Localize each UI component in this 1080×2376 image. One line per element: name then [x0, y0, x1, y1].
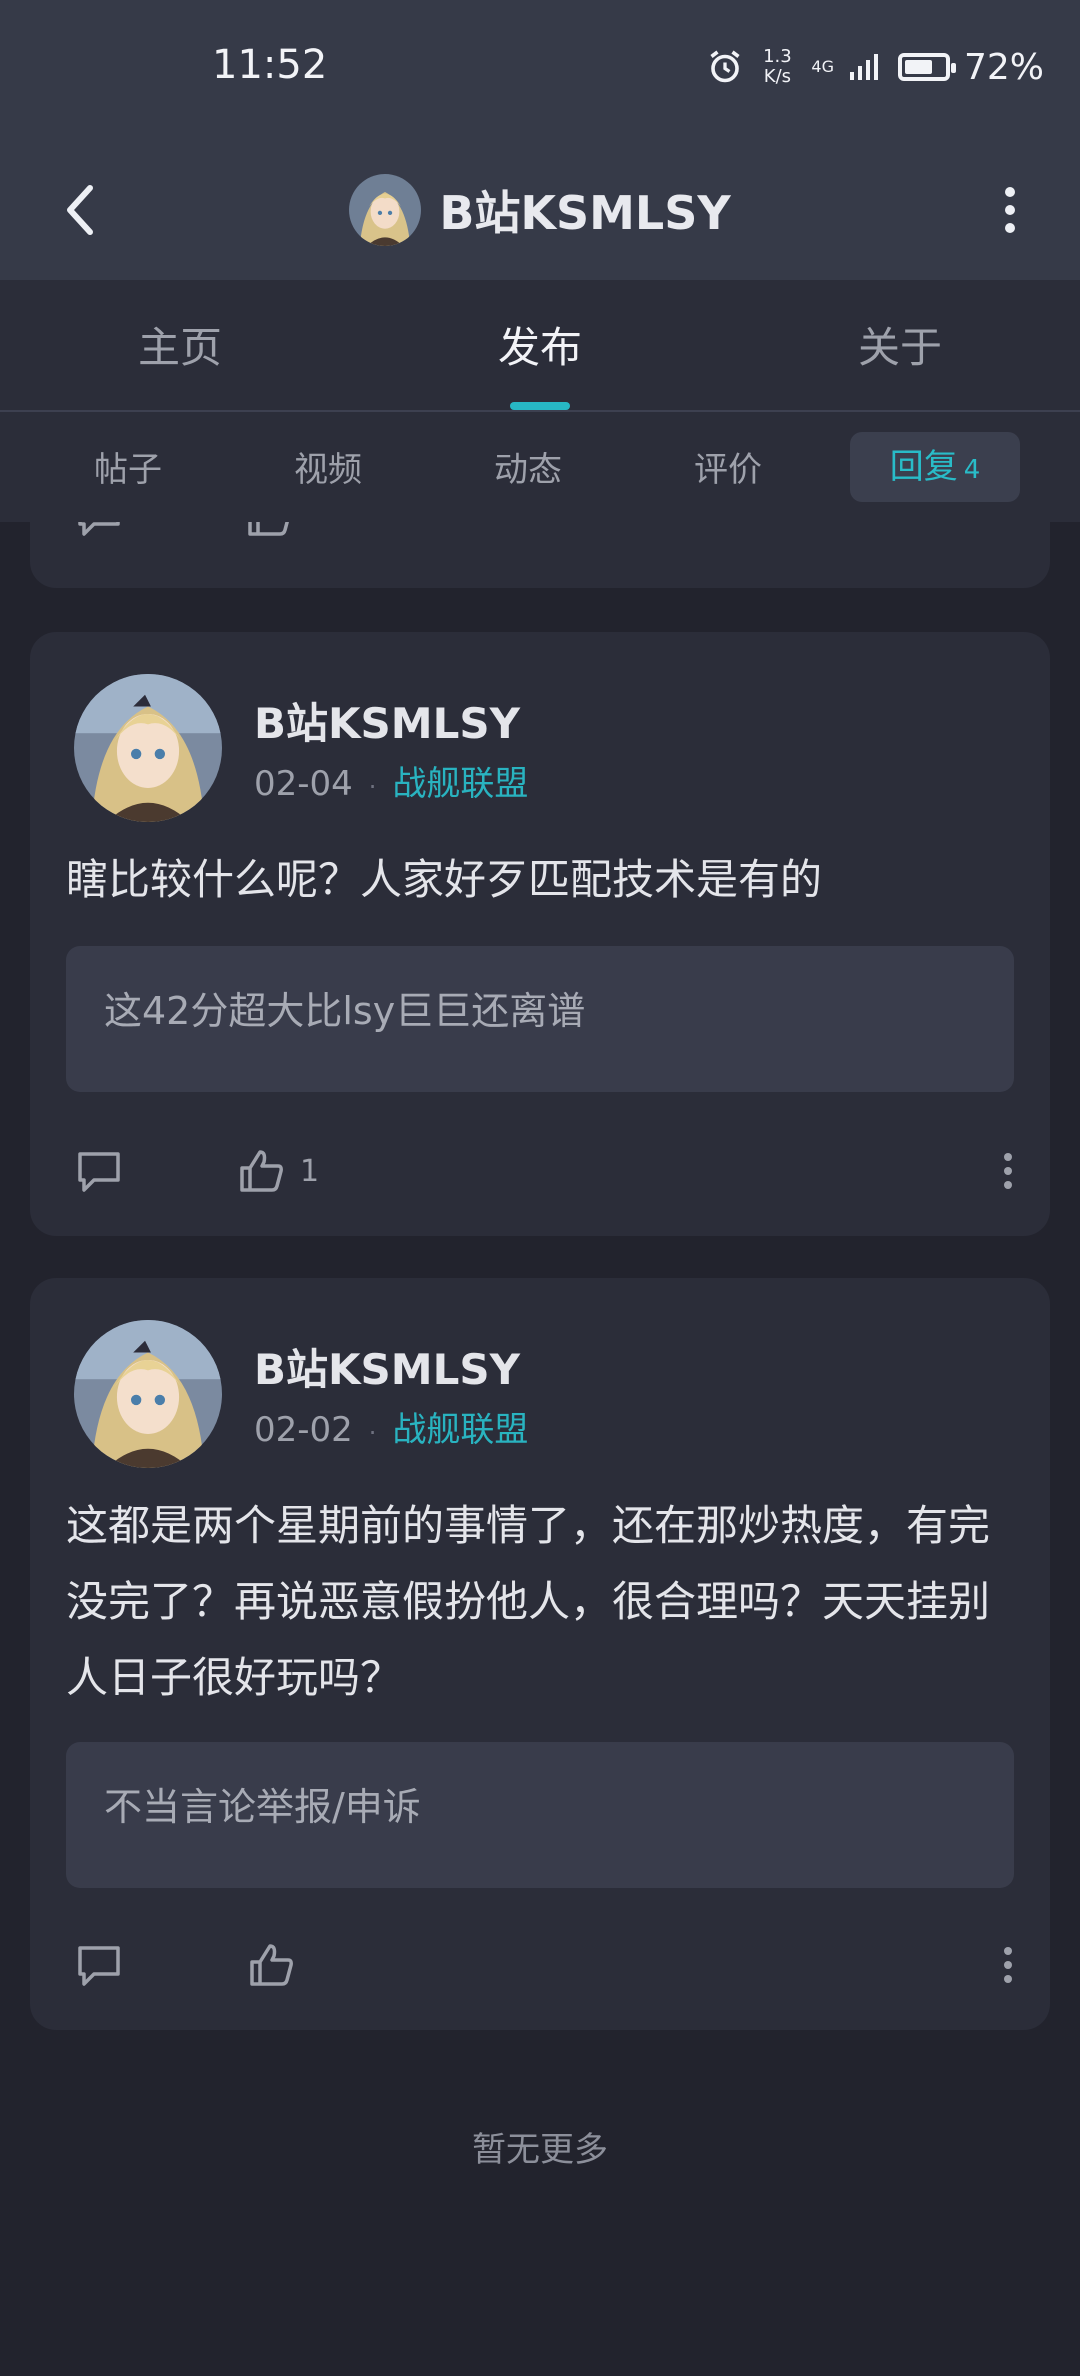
network-speed-unit: K/s [763, 66, 792, 87]
active-tab-indicator [510, 402, 570, 410]
post-meta: 02-02 · 战舰联盟 [254, 1402, 528, 1451]
subtab-posts[interactable]: 帖子 [48, 442, 208, 491]
author-avatar[interactable] [74, 1320, 222, 1468]
status-time: 11:52 [212, 42, 328, 88]
page-title: B站KSMLSY [439, 186, 731, 240]
more-options-button[interactable] [970, 170, 1050, 250]
tab-home[interactable]: 主页 [60, 314, 300, 375]
reply-text[interactable]: 瞎比较什么呢？人家好歹匹配技术是有的 [66, 842, 1016, 918]
subtab-replies[interactable]: 回复 4 [850, 432, 1020, 502]
vertical-dots-icon [1004, 1153, 1012, 1189]
tab-publish[interactable]: 发布 [420, 314, 660, 375]
quoted-post[interactable]: 不当言论举报/申诉 [66, 1742, 1014, 1888]
post-actions [74, 1930, 1014, 2000]
forum-tag[interactable]: 战舰联盟 [392, 764, 528, 804]
header: B站KSMLSY [0, 140, 1080, 280]
author-name[interactable]: B站KSMLSY [254, 690, 520, 751]
subtab-moments[interactable]: 动态 [448, 442, 608, 491]
post-date: 02-04 [254, 764, 353, 804]
like-button[interactable]: 1 [236, 1136, 319, 1206]
vertical-dots-icon [1005, 187, 1015, 233]
network-speed: 1.3 K/s [757, 47, 797, 87]
post-more-button[interactable] [1002, 1930, 1014, 2000]
subtab-replies-label: 回复 [889, 447, 958, 487]
network-speed-value: 1.3 [763, 46, 792, 67]
status-icons: 1.3 K/s 4G 72% [707, 42, 1044, 92]
thumbs-up-icon [250, 1944, 293, 1986]
author-name[interactable]: B站KSMLSY [254, 1336, 520, 1397]
battery-percent: 72% [963, 46, 1044, 88]
comment-button[interactable] [74, 1930, 124, 2000]
reply-count: 4 [963, 455, 981, 485]
like-button[interactable] [246, 1930, 310, 2000]
avatar[interactable] [349, 174, 422, 246]
reply-text[interactable]: 这都是两个星期前的事情了，还在那炒热度，有完没完了？再说恶意假扮他人，很合理吗？… [66, 1488, 1016, 1716]
forum-tag[interactable]: 战舰联盟 [392, 1410, 528, 1450]
comment-button[interactable] [74, 1136, 124, 1206]
network-type: 4G [811, 57, 834, 76]
end-of-list-text: 暂无更多 [472, 2130, 608, 2170]
author-avatar[interactable] [74, 674, 222, 822]
vertical-dots-icon [1004, 1947, 1012, 1983]
comment-icon [78, 1946, 120, 1986]
battery-icon [897, 53, 956, 81]
sub-tabs: 帖子 视频 动态 评价 回复 4 [0, 412, 1080, 522]
meta-separator: · [368, 1419, 377, 1447]
subtab-videos[interactable]: 视频 [248, 442, 408, 491]
reply-card[interactable]: B站KSMLSY 02-02 · 战舰联盟 这都是两个星期前的事情了，还在那炒热度，… [30, 1278, 1050, 2030]
post-date: 02-02 [254, 1410, 353, 1450]
main-tabs: 主页 发布 关于 [0, 280, 1080, 412]
like-count: 1 [300, 1153, 320, 1189]
status-bar: 11:52 1.3 K/s 4G 72% [0, 0, 1080, 140]
tab-about[interactable]: 关于 [780, 314, 1020, 375]
thumbs-up-icon [240, 1150, 283, 1192]
profile-title: B站KSMLSY [0, 140, 1080, 280]
quoted-post[interactable]: 这42分超大比lsy巨巨还离谱 [66, 946, 1014, 1092]
post-more-button[interactable] [1002, 1136, 1014, 1206]
battery-level [904, 60, 932, 74]
post-actions: 1 [74, 1136, 1014, 1206]
meta-separator: · [368, 773, 377, 801]
reply-card[interactable]: B站KSMLSY 02-04 · 战舰联盟 瞎比较什么呢？人家好歹匹配技术是有的 这… [30, 632, 1050, 1236]
signal-icon [849, 54, 878, 80]
alarm-icon [710, 50, 740, 83]
subtab-reviews[interactable]: 评价 [648, 442, 808, 491]
comment-icon [78, 1152, 120, 1192]
post-meta: 02-04 · 战舰联盟 [254, 756, 528, 805]
